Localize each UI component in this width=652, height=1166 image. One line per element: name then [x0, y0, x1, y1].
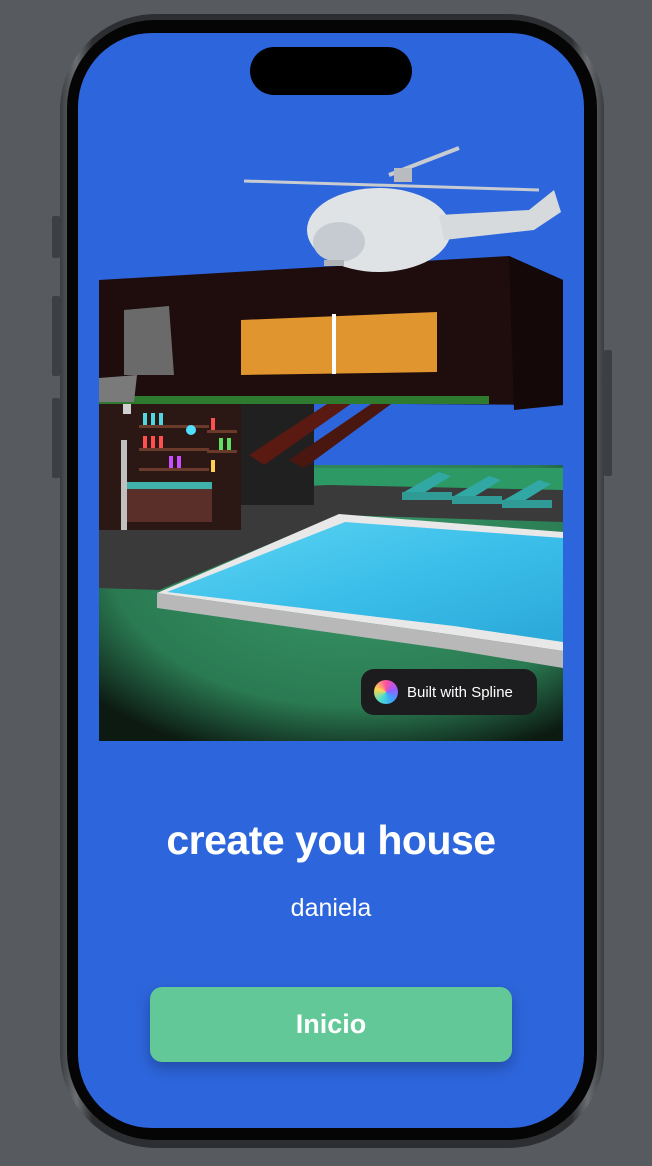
helicopter [243, 146, 561, 272]
built-with-spline-badge[interactable]: Built with Spline [361, 669, 537, 715]
badge-label: Built with Spline [407, 683, 513, 701]
volume-down-button [52, 398, 60, 478]
page-title: create you house [166, 817, 496, 863]
3d-house-scene[interactable]: Built with Spline [99, 130, 563, 741]
spline-logo-icon [374, 680, 398, 704]
user-name: daniela [290, 894, 372, 922]
dynamic-island [250, 47, 412, 95]
side-panel [124, 306, 174, 375]
power-button [604, 350, 612, 476]
app-screen: Built with Spline create you house danie… [78, 33, 584, 1128]
house-illustration [99, 146, 563, 741]
bar-counter [127, 488, 212, 522]
volume-up-button [52, 296, 60, 376]
inicio-button[interactable]: Inicio [150, 987, 512, 1062]
action-button [52, 216, 60, 258]
upper-window [241, 312, 437, 375]
